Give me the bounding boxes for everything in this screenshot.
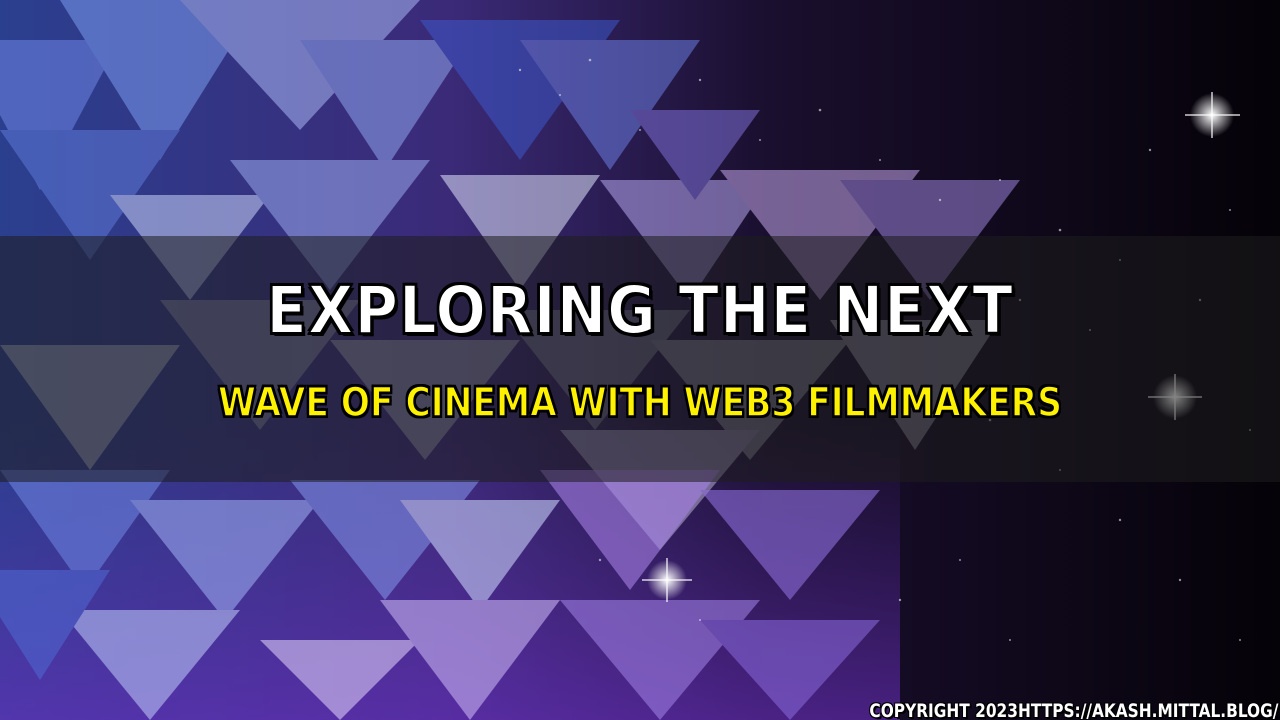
copyright-notice: COPYRIGHT 2023HTTPS://AKASH.MITTAL.BLOG/ [869, 700, 1278, 720]
thumbnail-canvas: EXPLORING THE NEXT WAVE OF CINEMA WITH W… [0, 0, 1280, 720]
headline-line-2: WAVE OF CINEMA WITH WEB3 FILMMAKERS [217, 379, 1062, 427]
headline-line-1: EXPLORING THE NEXT [265, 271, 1014, 350]
